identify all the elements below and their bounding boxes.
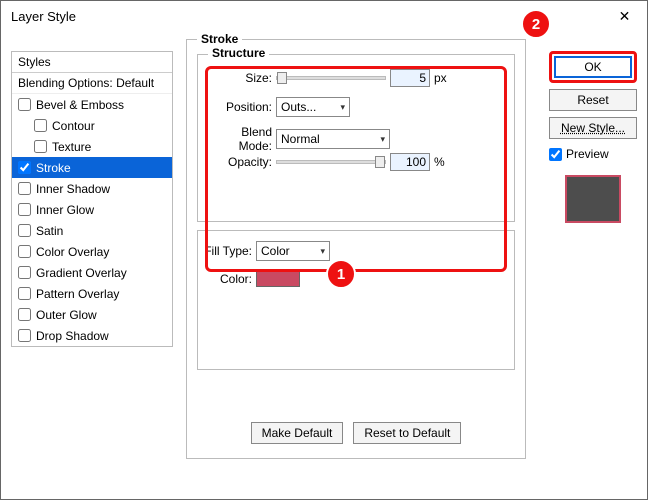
style-item-stroke[interactable]: Stroke [12, 157, 172, 178]
style-item-gradient-overlay[interactable]: Gradient Overlay [12, 262, 172, 283]
style-checkbox[interactable] [18, 287, 31, 300]
position-label: Position: [222, 100, 272, 114]
opacity-unit: % [434, 155, 445, 169]
chevron-down-icon: ▾ [380, 134, 385, 145]
style-checkbox[interactable] [18, 203, 31, 216]
style-item-label: Inner Shadow [36, 182, 110, 196]
style-checkbox[interactable] [18, 161, 31, 174]
preview-thumbnail [565, 175, 621, 223]
style-checkbox[interactable] [18, 266, 31, 279]
close-icon: ✕ [619, 8, 631, 25]
close-button[interactable]: ✕ [602, 1, 647, 31]
style-item-inner-glow[interactable]: Inner Glow [12, 199, 172, 220]
style-checkbox[interactable] [18, 245, 31, 258]
color-label: Color: [216, 272, 252, 286]
opacity-slider[interactable] [276, 160, 386, 164]
styles-header[interactable]: Styles [12, 52, 172, 73]
style-item-label: Outer Glow [36, 308, 97, 322]
style-item-pattern-overlay[interactable]: Pattern Overlay [12, 283, 172, 304]
filltype-select[interactable]: Color ▾ [256, 241, 330, 261]
styles-list: Bevel & Emboss Contour Texture Stroke Inner … [12, 94, 172, 346]
style-checkbox[interactable] [18, 329, 31, 342]
chevron-down-icon: ▾ [320, 246, 325, 257]
reset-button[interactable]: Reset [549, 89, 637, 111]
opacity-slider-thumb[interactable] [375, 156, 385, 168]
style-item-label: Satin [36, 224, 63, 238]
style-item-bevel-emboss[interactable]: Bevel & Emboss [12, 94, 172, 115]
style-item-contour[interactable]: Contour [12, 115, 172, 136]
style-checkbox[interactable] [18, 98, 31, 111]
style-item-label: Pattern Overlay [36, 287, 119, 301]
size-label: Size: [242, 71, 272, 85]
color-swatch[interactable] [256, 271, 300, 287]
new-style-button[interactable]: New Style... [549, 117, 637, 139]
position-value: Outs... [281, 100, 316, 114]
structure-title: Structure [208, 46, 269, 60]
style-checkbox[interactable] [18, 308, 31, 321]
style-checkbox[interactable] [34, 140, 47, 153]
style-item-texture[interactable]: Texture [12, 136, 172, 157]
opacity-label: Opacity: [224, 155, 272, 169]
opacity-input[interactable] [390, 153, 430, 171]
layer-style-dialog: Layer Style ✕ Styles Blending Options: D… [0, 0, 648, 500]
blending-options-row[interactable]: Blending Options: Default [12, 73, 172, 94]
callout-badge-2: 2 [521, 9, 551, 39]
style-item-drop-shadow[interactable]: Drop Shadow [12, 325, 172, 346]
filltype-value: Color [261, 244, 290, 258]
blend-mode-select[interactable]: Normal ▾ [276, 129, 390, 149]
preview-label: Preview [566, 147, 609, 161]
reset-to-default-button[interactable]: Reset to Default [353, 422, 461, 444]
make-default-button[interactable]: Make Default [251, 422, 344, 444]
position-select[interactable]: Outs... ▾ [276, 97, 350, 117]
structure-box: Structure Size: px Position: Outs... ▾ [197, 54, 515, 222]
size-slider[interactable] [276, 76, 386, 80]
right-column: OK Reset New Style... Preview [549, 51, 637, 223]
preview-checkbox[interactable] [549, 148, 562, 161]
callout-highlight-2: OK [549, 51, 637, 83]
style-item-label: Inner Glow [36, 203, 94, 217]
style-item-label: Contour [52, 119, 95, 133]
style-item-label: Color Overlay [36, 245, 109, 259]
filltype-label: Fill Type: [202, 244, 252, 258]
style-checkbox[interactable] [18, 224, 31, 237]
style-item-label: Bevel & Emboss [36, 98, 124, 112]
window-title: Layer Style [11, 9, 76, 24]
style-item-label: Gradient Overlay [36, 266, 127, 280]
chevron-down-icon: ▾ [340, 102, 345, 113]
size-slider-thumb[interactable] [277, 72, 287, 84]
style-checkbox[interactable] [18, 182, 31, 195]
style-item-outer-glow[interactable]: Outer Glow [12, 304, 172, 325]
style-item-label: Drop Shadow [36, 329, 109, 343]
defaults-row: Make Default Reset to Default [187, 422, 525, 444]
stroke-group: Stroke Structure Size: px Position: Outs… [186, 39, 526, 459]
style-item-inner-shadow[interactable]: Inner Shadow [12, 178, 172, 199]
blend-mode-value: Normal [281, 132, 320, 146]
dialog-body: Styles Blending Options: Default Bevel &… [1, 31, 647, 499]
styles-panel: Styles Blending Options: Default Bevel &… [11, 51, 173, 347]
blend-mode-label: Blend Mode: [206, 125, 272, 153]
size-input[interactable] [390, 69, 430, 87]
style-checkbox[interactable] [34, 119, 47, 132]
style-item-satin[interactable]: Satin [12, 220, 172, 241]
callout-badge-1: 1 [326, 259, 356, 289]
fill-box: Fill Type: Color ▾ Color: [197, 230, 515, 370]
size-unit: px [434, 71, 447, 85]
ok-button[interactable]: OK [554, 56, 632, 78]
stroke-group-title: Stroke [197, 32, 242, 46]
style-item-label: Texture [52, 140, 91, 154]
style-item-label: Stroke [36, 161, 71, 175]
preview-row: Preview [549, 147, 637, 161]
style-item-color-overlay[interactable]: Color Overlay [12, 241, 172, 262]
